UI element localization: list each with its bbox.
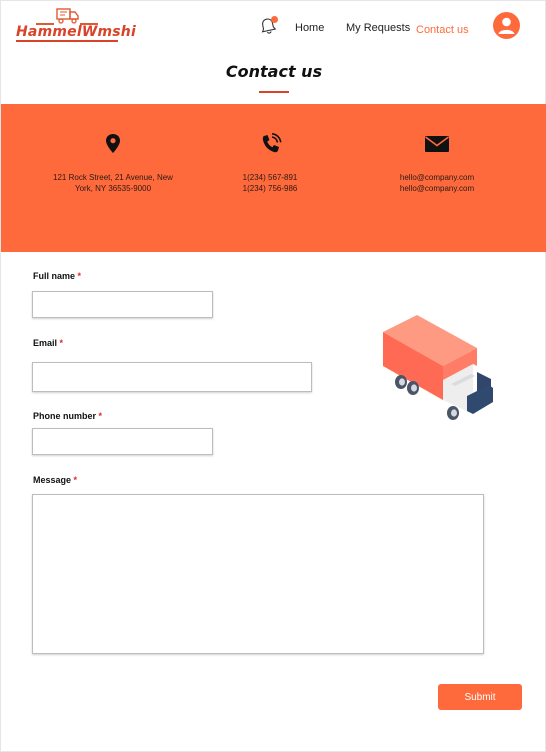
- contact-info-banner: 121 Rock Street, 21 Avenue, New York, NY…: [1, 104, 546, 252]
- envelope-icon: [425, 136, 449, 152]
- page-title: Contact us: [225, 62, 323, 81]
- notification-dot: [271, 16, 278, 23]
- delivery-truck-illustration: [383, 315, 493, 420]
- full-name-label: Full name *: [33, 271, 81, 281]
- email-text: hello@company.com hello@company.com: [387, 172, 487, 194]
- address-line-2: York, NY 36535-9000: [74, 184, 152, 193]
- logo-underline: [16, 40, 118, 42]
- phone-label-text: Phone number: [33, 411, 97, 421]
- brand-logo[interactable]: HammelWmshi: [16, 7, 136, 42]
- full-name-label-text: Full name: [33, 271, 76, 281]
- nav-home[interactable]: Home: [295, 22, 324, 34]
- nav-my-requests[interactable]: My Requests: [346, 22, 410, 34]
- title-underline: [259, 91, 289, 93]
- email-line-1: hello@company.com: [399, 173, 475, 182]
- top-navbar: HammelWmshi Home My Requests Contact us: [1, 1, 546, 47]
- phone-line-2: 1(234) 756-986: [242, 184, 298, 193]
- logo-text: HammelWmshi: [16, 24, 136, 40]
- email-input[interactable]: [32, 362, 312, 392]
- full-name-input[interactable]: [32, 291, 213, 318]
- phone-input[interactable]: [32, 428, 213, 455]
- phone-icon: [262, 133, 282, 153]
- email-label-text: Email: [33, 338, 58, 348]
- message-textarea[interactable]: [32, 494, 484, 654]
- message-label-text: Message: [33, 475, 72, 485]
- message-label: Message *: [33, 475, 77, 485]
- address-text: 121 Rock Street, 21 Avenue, New York, NY…: [53, 172, 173, 194]
- contact-page: HammelWmshi Home My Requests Contact us …: [0, 0, 546, 752]
- nav-contact-us[interactable]: Contact us: [416, 24, 469, 36]
- required-mark: *: [59, 338, 64, 348]
- required-mark: *: [73, 475, 78, 485]
- phone-label: Phone number *: [33, 411, 102, 421]
- required-mark: *: [98, 411, 103, 421]
- phone-text: 1(234) 567-891 1(234) 756-986: [220, 172, 320, 194]
- required-mark: *: [77, 271, 82, 281]
- address-line-1: 121 Rock Street, 21 Avenue, New: [53, 173, 173, 182]
- user-icon: [498, 17, 515, 34]
- location-pin-icon: [106, 134, 120, 153]
- email-label: Email *: [33, 338, 63, 348]
- phone-line-1: 1(234) 567-891: [242, 173, 298, 182]
- user-avatar[interactable]: [493, 12, 520, 39]
- email-line-2: hello@company.com: [399, 184, 475, 193]
- logo-truck-icon: [56, 8, 79, 24]
- submit-button[interactable]: Submit: [438, 684, 522, 710]
